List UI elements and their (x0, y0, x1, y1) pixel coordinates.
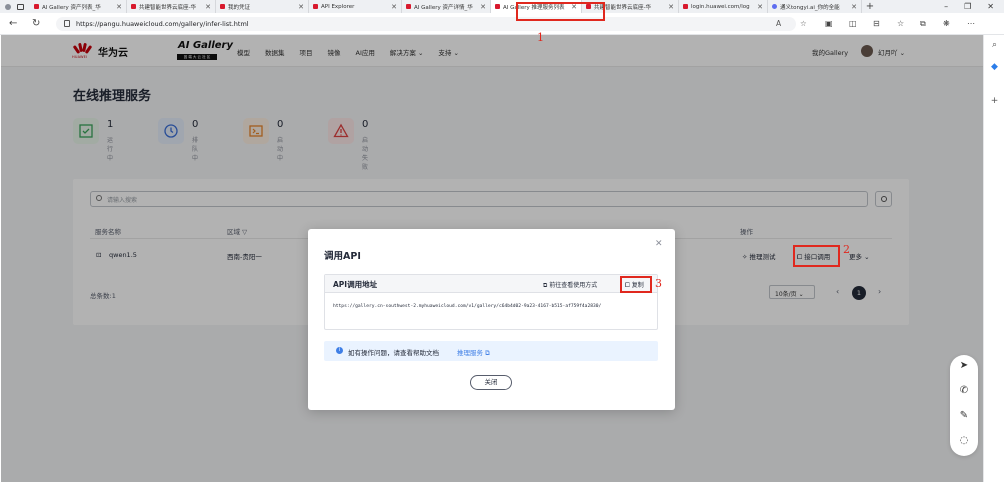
tab-favicon-icon (131, 4, 136, 9)
sidebar-add-icon[interactable]: + (984, 96, 1004, 106)
floating-toolbar: ➤ ✆ ✎ ◌ (950, 355, 978, 456)
copilot-icon[interactable]: ❋ (943, 19, 950, 28)
tab-close-icon[interactable]: ✕ (202, 3, 211, 11)
browser-tab[interactable]: 我的凭证 ✕ (216, 0, 309, 13)
window-close-icon[interactable]: ✕ (987, 2, 994, 11)
tab-favicon-icon (406, 4, 411, 9)
more-menu-icon[interactable]: ⋯ (967, 19, 975, 28)
help-tip-text: 如有操作问题，请查看帮助文档 (348, 349, 439, 357)
browser-tab[interactable]: login.huawei.com/log ✕ (679, 0, 768, 13)
api-address-label: API调用地址 (333, 280, 378, 289)
annotation-box-1 (516, 2, 605, 21)
browser-tab[interactable]: AI Gallery 资产详情_华 ✕ (402, 0, 491, 13)
profile-icon[interactable] (5, 3, 11, 10)
annotation-number-2: 2 (843, 243, 850, 256)
tab-overview-icon[interactable] (17, 3, 24, 10)
tab-close-icon[interactable]: ✕ (113, 3, 122, 11)
window-controls: – ❐ ✕ (944, 2, 1004, 11)
browser-tab[interactable]: API Explorer ✕ (309, 0, 402, 13)
send-icon[interactable]: ➤ (950, 360, 978, 371)
dialog-title: 调用API (324, 251, 361, 262)
browser-tab-bar: AI Gallery 资产列表_华 ✕ 共建智能世界云底座-华 ✕ 我的凭证 ✕ API E… (0, 0, 1004, 13)
tab-title: login.huawei.com/log (691, 3, 750, 10)
tab-actions (0, 3, 30, 10)
sidebar-search-icon[interactable]: ⌕ (984, 40, 1004, 50)
tab-favicon-icon (495, 4, 500, 9)
browser-sidebar: ⌕ ◆ + (983, 35, 1004, 482)
chat-icon[interactable]: ◌ (950, 435, 978, 446)
lock-icon (64, 20, 70, 27)
tab-favicon-icon (34, 4, 39, 9)
annotation-number-1: 1 (537, 31, 544, 44)
split-screen-icon[interactable]: ◫ (849, 19, 857, 28)
favorite-star-icon[interactable]: ☆ (800, 19, 807, 28)
help-tip: i 如有操作问题，请查看帮助文档 推理服务 ⧉ (324, 341, 658, 361)
api-address-header: API调用地址 ⧉ 前往查看使用方式 ⧠ 复制 (325, 275, 657, 293)
new-tab-icon[interactable]: + (862, 1, 878, 12)
info-icon: i (336, 347, 343, 354)
extension-icon[interactable]: ▣ (825, 19, 833, 28)
tab-close-icon[interactable]: ✕ (754, 3, 763, 11)
tab-title: 通义tongyi.ai_你的全能 (780, 4, 840, 11)
tab-title: 共建智能世界云底座-华 (139, 4, 196, 11)
tab-close-icon[interactable]: ✕ (295, 3, 304, 11)
url-field[interactable]: https://pangu.huaweicloud.com/gallery/in… (56, 17, 807, 31)
phone-icon[interactable]: ✆ (950, 385, 978, 396)
reload-icon[interactable]: ↻ (32, 18, 40, 29)
address-bar: ← ↻ https://pangu.huaweicloud.com/galler… (0, 13, 1004, 35)
usage-guide-label: 前往查看使用方式 (549, 282, 598, 289)
annotation-box-2 (793, 245, 840, 267)
back-icon[interactable]: ← (9, 18, 17, 29)
usage-guide-link[interactable]: ⧉ 前往查看使用方式 (543, 280, 597, 290)
sidebar-toggle-icon[interactable]: ⊟ (873, 19, 880, 28)
tab-favicon-icon (683, 4, 688, 9)
api-url-text[interactable]: https://gallery.cn-southwest-2.myhuaweic… (333, 304, 601, 309)
tab-close-icon[interactable]: ✕ (477, 3, 486, 11)
help-doc-link[interactable]: 推理服务 ⧉ (457, 347, 490, 358)
collections-icon[interactable]: ⧉ (920, 19, 926, 29)
browser-tab[interactable]: 通义tongyi.ai_你的全能 ✕ (768, 0, 862, 13)
minimize-icon[interactable]: – (944, 2, 948, 11)
tab-favicon-icon (772, 4, 777, 9)
tab-close-icon[interactable]: ✕ (388, 3, 397, 11)
tab-close-icon[interactable]: ✕ (665, 3, 674, 11)
dialog-close-icon[interactable]: ✕ (655, 239, 663, 249)
browser-tab[interactable]: AI Gallery 资产列表_华 ✕ (30, 0, 127, 13)
annotation-box-3 (620, 276, 652, 293)
sidebar-app-icon[interactable]: ◆ (984, 62, 1004, 72)
edit-icon[interactable]: ✎ (950, 410, 978, 421)
tab-list: AI Gallery 资产列表_华 ✕ 共建智能世界云底座-华 ✕ 我的凭证 ✕ API E… (30, 0, 862, 13)
close-button[interactable]: 关闭 (470, 375, 512, 390)
api-address-box: API调用地址 ⧉ 前往查看使用方式 ⧠ 复制 https://gallery.… (324, 274, 658, 330)
browser-tab[interactable]: 共建智能世界云底座-华 ✕ (127, 0, 216, 13)
tab-title: AI Gallery 资产列表_华 (42, 4, 101, 11)
url-text: https://pangu.huaweicloud.com/gallery/in… (76, 20, 249, 28)
tab-title: 我的凭证 (228, 4, 251, 11)
tab-favicon-icon (220, 4, 225, 9)
read-aloud-icon[interactable]: A (776, 19, 781, 28)
tab-title: API Explorer (321, 3, 355, 10)
tab-favicon-icon (313, 4, 318, 9)
tab-title: AI Gallery 资产详情_华 (414, 4, 473, 11)
restore-icon[interactable]: ❐ (964, 2, 971, 11)
annotation-number-3: 3 (655, 277, 662, 290)
favorites-icon[interactable]: ☆ (897, 19, 904, 28)
api-dialog: 调用API ✕ API调用地址 ⧉ 前往查看使用方式 ⧠ 复制 https://… (308, 229, 675, 410)
tab-close-icon[interactable]: ✕ (848, 3, 857, 11)
